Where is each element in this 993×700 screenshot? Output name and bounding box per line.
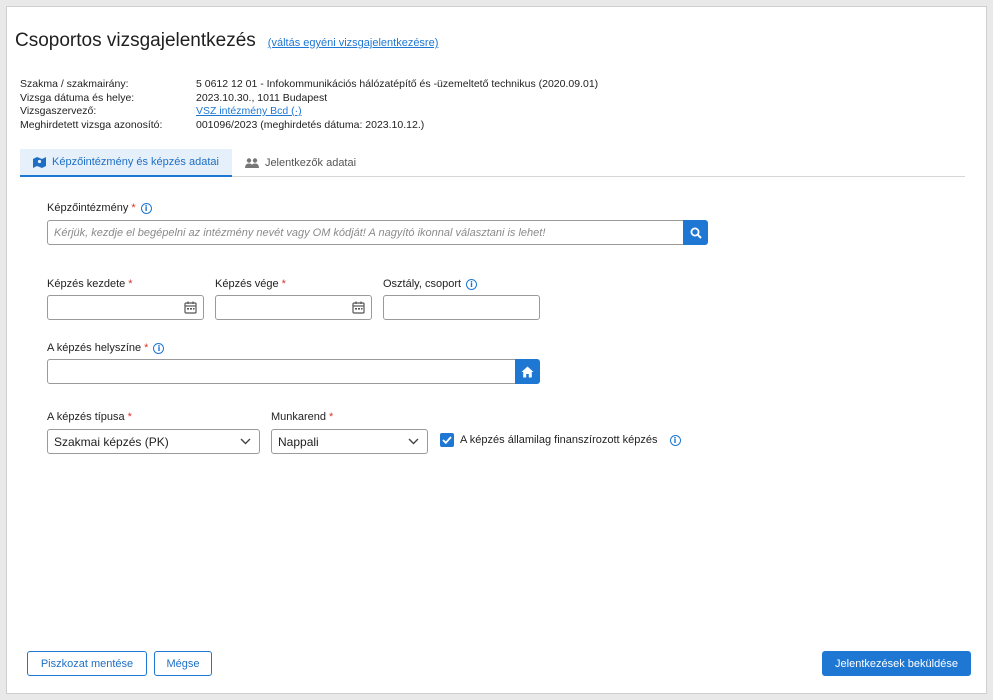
label-text: Képzés kezdete [47, 278, 126, 290]
class-label: Osztály, csoport i [383, 278, 478, 290]
info-row-organizer: Vizsgaszervező: VSZ intézmény Bcd (·) [20, 105, 598, 119]
start-date-input[interactable] [47, 295, 204, 320]
search-icon [690, 227, 702, 239]
check-icon [442, 436, 452, 444]
tab-label: Képzőintézmény és képzés adatai [52, 156, 219, 168]
organizer-link[interactable]: VSZ intézmény Bcd (·) [196, 105, 302, 119]
label-text: A képzés típusa [47, 411, 125, 423]
info-icon[interactable]: i [466, 278, 478, 290]
info-label: Vizsga dátuma és helye: [20, 91, 135, 104]
institution-map-icon [33, 156, 46, 168]
switch-to-individual-link[interactable]: (váltás egyéni vizsgajelentkezésre) [268, 37, 439, 49]
users-icon [244, 158, 259, 168]
label-text: Képzőintézmény [47, 202, 129, 214]
home-icon [521, 366, 534, 377]
label-text: Képzés vége [215, 278, 279, 290]
institution-search-button[interactable] [683, 220, 708, 245]
label-text: Osztály, csoport [383, 278, 462, 290]
funded-checkbox-row: A képzés államilag finanszírozott képzés… [440, 433, 681, 447]
info-row-date-place: Vizsga dátuma és helye: 2023.10.30., 101… [20, 92, 598, 106]
tab-label: Jelentkezők adatai [264, 157, 357, 169]
chevron-down-icon [408, 438, 419, 445]
location-label: A képzés helyszíne * i [47, 342, 165, 354]
funded-checkbox[interactable] [440, 433, 454, 447]
save-draft-button[interactable]: Piszkozat mentése [27, 651, 147, 676]
info-value: 5 0612 12 01 - Infokommunikációs hálózat… [196, 78, 599, 90]
institution-input[interactable]: Kérjük, kezdje el begépelni az intézmény… [47, 220, 684, 245]
required-marker: * [329, 411, 334, 423]
info-row-profession: Szakma / szakmairány: 5 0612 12 01 - Inf… [20, 78, 598, 92]
label-text: Munkarend [271, 411, 327, 423]
tab-bar: Képzőintézmény és képzés adatai Jelentke… [20, 149, 965, 177]
info-row-exam-id: Meghirdetett vizsga azonosító: 001096/20… [20, 119, 598, 133]
schedule-select[interactable]: Nappali [271, 429, 428, 454]
tab-institution-training[interactable]: Képzőintézmény és képzés adatai [20, 149, 232, 177]
chevron-down-icon [240, 438, 251, 445]
page-title: Csoportos vizsgajelentkezés [15, 30, 256, 51]
info-label: Meghirdetett vizsga azonosító: [20, 118, 163, 131]
exam-info: Szakma / szakmairány: 5 0612 12 01 - Inf… [20, 78, 598, 132]
header: Csoportos vizsgajelentkezés (váltás egyé… [15, 30, 438, 52]
required-marker: * [131, 202, 136, 214]
institution-label: Képzőintézmény * i [47, 202, 152, 214]
class-input[interactable] [383, 295, 540, 320]
schedule-label: Munkarend * [271, 411, 333, 423]
info-label: Vizsgaszervező: [20, 105, 97, 117]
required-marker: * [281, 278, 286, 290]
type-label: A képzés típusa * [47, 411, 132, 423]
info-label: Szakma / szakmairány: [20, 78, 129, 90]
label-text: A képzés helyszíne [47, 342, 142, 354]
tab-applicants[interactable]: Jelentkezők adatai [232, 149, 369, 177]
select-value: Szakmai képzés (PK) [54, 434, 169, 449]
required-marker: * [128, 278, 133, 290]
calendar-icon[interactable] [352, 301, 365, 314]
start-label: Képzés kezdete * [47, 278, 133, 290]
end-date-input[interactable] [215, 295, 372, 320]
info-icon[interactable]: i [153, 342, 165, 354]
info-value: 001096/2023 (meghirdetés dátuma: 2023.10… [196, 118, 425, 131]
calendar-icon[interactable] [184, 301, 197, 314]
required-marker: * [127, 411, 132, 423]
location-input[interactable] [47, 359, 516, 384]
location-address-button[interactable] [515, 359, 540, 384]
info-icon[interactable]: i [140, 202, 152, 214]
select-value: Nappali [278, 434, 319, 449]
end-label: Képzés vége * [215, 278, 286, 290]
funded-label: A képzés államilag finanszírozott képzés [460, 434, 658, 446]
cancel-button[interactable]: Mégse [154, 651, 212, 676]
training-type-select[interactable]: Szakmai képzés (PK) [47, 429, 260, 454]
info-icon[interactable]: i [669, 434, 681, 446]
info-value: 2023.10.30., 1011 Budapest [196, 91, 328, 104]
submit-applications-button[interactable]: Jelentkezések beküldése [822, 651, 971, 676]
required-marker: * [144, 342, 149, 354]
